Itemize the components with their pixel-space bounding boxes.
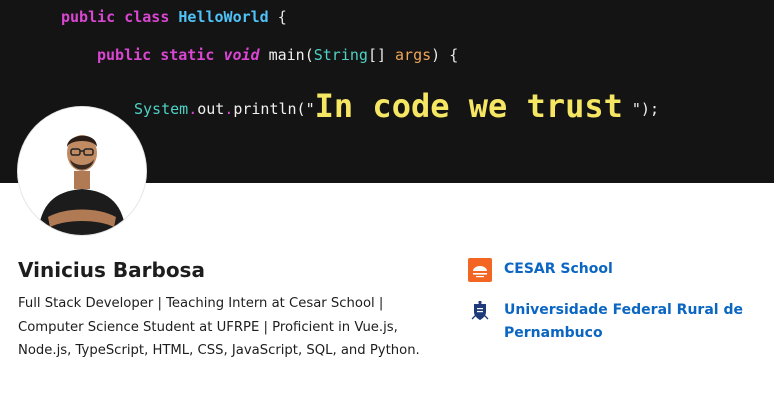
code-token: args bbox=[395, 46, 432, 64]
org-name: CESAR School bbox=[504, 261, 613, 277]
code-token: System bbox=[134, 100, 189, 118]
code-token: println(" bbox=[233, 100, 315, 118]
code-token: [] bbox=[367, 46, 386, 64]
code-token: String bbox=[313, 46, 368, 64]
code-token: class bbox=[124, 8, 170, 26]
code-token: "); bbox=[631, 100, 659, 118]
org-link-ufrpe[interactable]: Universidade Federal Rural de Pernambuco bbox=[468, 299, 744, 345]
profile-photo bbox=[18, 107, 146, 235]
code-token: out bbox=[197, 100, 225, 118]
code-line-1: public class HelloWorld { bbox=[61, 8, 287, 26]
code-token: public bbox=[61, 8, 116, 26]
code-token: { bbox=[277, 8, 287, 26]
code-line-3: System.out.println("In code we trust "); bbox=[134, 84, 659, 125]
cesar-school-logo-icon bbox=[468, 258, 492, 282]
banner-slogan: In code we trust bbox=[314, 87, 623, 125]
code-token: HelloWorld bbox=[178, 8, 269, 26]
profile-headline: Full Stack Developer | Teaching Intern a… bbox=[18, 296, 420, 358]
code-token: ) { bbox=[431, 46, 459, 64]
org-name: Universidade Federal Rural de Pernambuco bbox=[504, 302, 743, 341]
code-token: static bbox=[160, 46, 215, 64]
code-token: main( bbox=[268, 46, 314, 64]
avatar[interactable] bbox=[18, 107, 146, 235]
ufrpe-crest-icon bbox=[468, 299, 492, 323]
code-token: void bbox=[223, 46, 260, 64]
org-link-cesar-school[interactable]: CESAR School bbox=[468, 258, 613, 282]
code-line-2: public static void main(String[] args) { bbox=[97, 46, 458, 64]
profile-name: Vinicius Barbosa bbox=[18, 258, 205, 282]
code-token: public bbox=[97, 46, 152, 64]
code-token: . bbox=[224, 100, 234, 118]
code-token: . bbox=[188, 100, 198, 118]
